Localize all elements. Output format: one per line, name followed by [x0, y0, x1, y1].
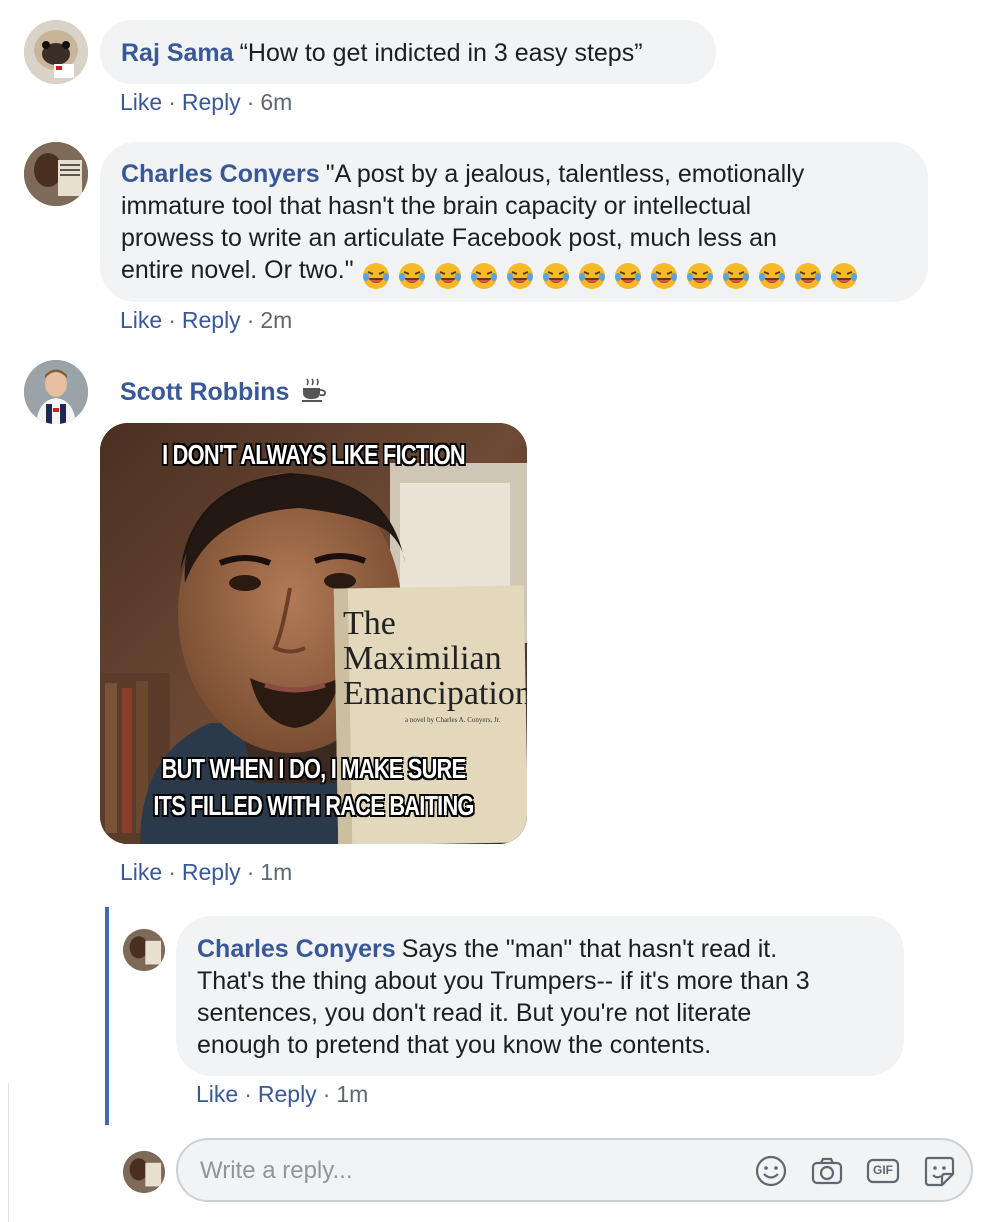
timestamp[interactable]: 1m [336, 1081, 368, 1107]
separator: · [168, 307, 176, 333]
like-link[interactable]: Like [120, 859, 162, 885]
reply-text-line: That's the thing about you Trumpers-- if… [197, 967, 810, 995]
reply-text-line: Says the "man" that hasn't read it. [401, 935, 778, 963]
user-avatar-image [24, 360, 88, 424]
comment-text: “How to get indicted in 3 easy steps” [239, 39, 643, 67]
comment-bubble: Charles Conyers "A post by a jealous, tal… [100, 142, 928, 302]
reply-input[interactable] [198, 1152, 742, 1190]
gif-label: GIF [873, 1163, 893, 1177]
author-name[interactable]: Scott Robbins [120, 378, 289, 406]
user-avatar-image [123, 1151, 165, 1193]
book-title-line: Maximilian [343, 640, 502, 677]
rolling-on-floor-laughing-emoji [757, 261, 787, 291]
book-byline: a novel by Charles A. Conyers, Jr. [405, 716, 501, 724]
reply-link[interactable]: Reply [182, 89, 241, 115]
rolling-on-floor-laughing-emoji [685, 261, 715, 291]
rolling-on-floor-laughing-emoji [361, 261, 391, 291]
user-avatar-image [24, 142, 88, 206]
rolling-on-floor-laughing-emoji [829, 261, 859, 291]
reply-composer[interactable]: GIF [176, 1138, 973, 1202]
camera-icon[interactable] [810, 1154, 844, 1188]
book-title-line: Emancipation [343, 675, 527, 712]
avatar[interactable] [24, 142, 88, 206]
rolling-on-floor-laughing-emoji [649, 261, 679, 291]
comment-text-line: entire novel. Or two." [121, 256, 354, 284]
like-link[interactable]: Like [120, 89, 162, 115]
avatar[interactable] [24, 20, 88, 84]
sticker-icon[interactable] [922, 1154, 956, 1188]
gif-icon[interactable]: GIF [866, 1154, 900, 1188]
reply-link[interactable]: Reply [182, 307, 241, 333]
like-link[interactable]: Like [120, 307, 162, 333]
timestamp[interactable]: 6m [260, 89, 292, 115]
comment-bubble: Raj Sama “How to get indicted in 3 easy s… [100, 20, 716, 84]
separator: · [322, 1081, 331, 1107]
book-title-line: The [343, 605, 396, 642]
reply-actions: Like · Reply · 1m [196, 1081, 368, 1108]
pug-avatar-image [24, 20, 88, 84]
emoji-icon[interactable] [754, 1154, 788, 1188]
rolling-on-floor-laughing-emoji [541, 261, 571, 291]
separator: · [246, 89, 255, 115]
avatar[interactable] [24, 360, 88, 424]
comment-author[interactable]: Charles Conyers [121, 160, 320, 188]
rolling-on-floor-laughing-emoji [721, 261, 751, 291]
comment-author[interactable]: Scott Robbins [120, 377, 327, 410]
meme-top-caption: I DON'T ALWAYS LIKE FICTION [162, 439, 466, 470]
current-user-avatar[interactable] [123, 1151, 165, 1193]
avatar[interactable] [123, 929, 165, 971]
separator: · [246, 859, 255, 885]
user-avatar-image [123, 929, 165, 971]
reply-link[interactable]: Reply [258, 1081, 317, 1107]
meme-image[interactable]: The Maximilian Emancipation a novel by C… [100, 423, 527, 844]
rolling-on-floor-laughing-emoji [793, 261, 823, 291]
meme-bottom-caption: ITS FILLED WITH RACE BAITING [153, 790, 474, 821]
comment-actions: Like · Reply · 1m [120, 859, 292, 886]
rolling-on-floor-laughing-emoji [613, 261, 643, 291]
separator: · [168, 859, 176, 885]
comment-actions: Like · Reply · 2m [120, 307, 292, 334]
comment-text-line: immature tool that hasn't the brain capa… [121, 192, 752, 220]
comment-author[interactable]: Raj Sama [121, 39, 234, 67]
rolling-on-floor-laughing-emoji [505, 261, 535, 291]
like-link[interactable]: Like [196, 1081, 238, 1107]
panel-edge [0, 1083, 9, 1222]
coffee-cup-icon [300, 377, 327, 410]
rolling-on-floor-laughing-emoji [397, 261, 427, 291]
timestamp[interactable]: 2m [260, 307, 292, 333]
comment-text-line: prowess to write an articulate Facebook … [121, 224, 777, 252]
reply-link[interactable]: Reply [182, 859, 241, 885]
meme-bottom-caption: BUT WHEN I DO, I MAKE SURE [161, 753, 466, 784]
comment-text-line: "A post by a jealous, talentless, emotio… [325, 160, 805, 188]
separator: · [244, 1081, 252, 1107]
comment-actions: Like · Reply · 6m [120, 89, 292, 116]
timestamp[interactable]: 1m [260, 859, 292, 885]
reply-thread-line [105, 907, 109, 1125]
reply-bubble: Charles Conyers Says the "man" that hasn'… [176, 916, 904, 1076]
comment-author[interactable]: Charles Conyers [197, 935, 396, 963]
reply-text-line: enough to pretend that you know the cont… [197, 1031, 712, 1059]
rolling-on-floor-laughing-emoji [577, 261, 607, 291]
rolling-on-floor-laughing-emoji [469, 261, 499, 291]
reply-text-line: sentences, you don't read it. But you're… [197, 999, 752, 1027]
emoji-row [361, 259, 865, 291]
separator: · [246, 307, 255, 333]
separator: · [168, 89, 176, 115]
rolling-on-floor-laughing-emoji [433, 261, 463, 291]
